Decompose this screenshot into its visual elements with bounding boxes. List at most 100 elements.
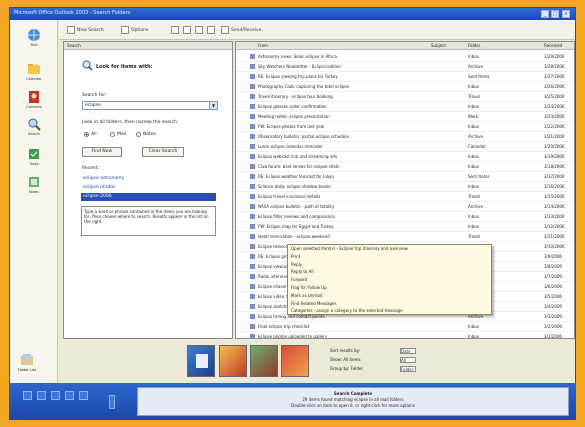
options-button[interactable]: Options [121, 25, 148, 35]
search-input[interactable]: eclipse ▼ [82, 101, 218, 110]
table-row[interactable]: FW: Eclipse photos from last year Inbox 3/… [236, 122, 574, 132]
context-menu-item[interactable]: Find Related Messages [288, 300, 491, 308]
folder-list-shortcut[interactable]: Folder List [11, 353, 43, 372]
row-received: 3/7/2006 [544, 274, 562, 279]
refresh-button[interactable] [195, 25, 203, 35]
minimize-button[interactable]: _ [541, 10, 549, 18]
table-row[interactable]: Club forum: best lenses for eclipse shot… [236, 162, 574, 172]
column-header-from[interactable]: From [258, 43, 268, 48]
taskbar-handle[interactable] [109, 395, 115, 409]
thumbnail-image[interactable] [219, 345, 247, 377]
notes-icon [29, 177, 39, 187]
row-folder: Calendar [468, 144, 486, 149]
row-folder: Archive [468, 134, 483, 139]
table-row[interactable]: Science daily: eclipse shadow bands Inbox… [236, 182, 574, 192]
group-select[interactable]: Folder [400, 366, 416, 372]
nav-search[interactable]: Search [17, 117, 51, 136]
table-row[interactable]: Eclipse photos uploaded to gallery Inbox 3… [236, 332, 574, 338]
table-row[interactable]: Observatory bulletin: partial eclipse sc… [236, 132, 574, 142]
table-row[interactable]: Eclipse webcast link and streaming info I… [236, 152, 574, 162]
navigation-sidebar: Mail Calendar Contacts Search Tasks Note… [10, 20, 58, 386]
search-scope-label: Look in all folders, then narrow the sea… [82, 120, 177, 125]
table-row[interactable]: Astronomy news: Solar eclipse in Africa I… [236, 52, 574, 62]
new-search-button[interactable]: New Search [67, 25, 104, 35]
radio-dot-icon [110, 132, 115, 137]
column-header-received[interactable]: Received [544, 43, 562, 48]
recent-search-item[interactable]: eclipse photos [81, 184, 216, 192]
radio-notes-label: Notes [143, 132, 156, 137]
table-row[interactable]: Final eclipse trip checklist Inbox 3/2/200… [236, 322, 574, 332]
row-received: 3/21/2006 [544, 134, 565, 139]
context-menu-item[interactable]: Print [288, 253, 491, 261]
nav-contacts[interactable]: Contacts [17, 90, 51, 109]
close-button[interactable]: x [562, 10, 570, 18]
table-row[interactable]: Eclipse filter reviews and comparisons In… [236, 212, 574, 222]
maximize-button[interactable]: □ [551, 10, 559, 18]
row-folder: Sent Items [468, 74, 490, 79]
context-menu-item[interactable]: Categories - assign a category to the se… [288, 307, 491, 315]
send-receive-button[interactable]: Send/Receive [221, 25, 261, 35]
nav-calendar-label: Calendar [26, 77, 42, 81]
recent-label: Recent: [82, 166, 100, 171]
thumbnail-strip [187, 345, 311, 379]
column-header-subject[interactable]: Subject [431, 43, 446, 48]
chevron-down-icon[interactable]: ▼ [209, 102, 217, 109]
taskbar-button[interactable] [37, 391, 46, 400]
table-row[interactable]: NASA eclipse bulletin - path of totality… [236, 202, 574, 212]
table-row[interactable]: Eclipse travel insurance details Travel 3/… [236, 192, 574, 202]
table-row[interactable]: Travel itinerary - eclipse tour booking T… [236, 92, 574, 102]
context-menu-item[interactable]: Forward [288, 276, 491, 284]
table-row[interactable]: Hotel reservation - eclipse weekend Trave… [236, 232, 574, 242]
table-row[interactable]: Meeting notes: eclipse presentation Work 3… [236, 112, 574, 122]
context-menu-item[interactable]: Reply to All [288, 268, 491, 276]
mail-icon [250, 134, 255, 139]
table-row[interactable]: Eclipse glasses order confirmation Inbox 3… [236, 102, 574, 112]
taskbar-button[interactable] [79, 391, 88, 400]
table-row[interactable]: RE: Eclipse weather forecast for Libya Se… [236, 172, 574, 182]
radio-mail[interactable]: Mail [110, 132, 126, 137]
recent-search-item[interactable]: eclipse astronomy [81, 175, 216, 183]
taskbar-button[interactable] [65, 391, 74, 400]
group-control[interactable]: Group by: Folder Folder [330, 366, 440, 373]
context-menu-item[interactable]: Open selected item(s) - Eclipse trip iti… [288, 245, 491, 253]
thumbnail-image[interactable] [281, 345, 309, 377]
sort-select[interactable]: Date [400, 348, 416, 354]
row-received: 3/14/2006 [544, 204, 565, 209]
row-received: 3/11/2006 [544, 234, 565, 239]
table-row[interactable]: Photography Club: capturing the total ec… [236, 82, 574, 92]
table-row[interactable]: RE: Eclipse viewing trip plans for Turke… [236, 72, 574, 82]
clear-search-button[interactable]: Clear Search [142, 147, 184, 157]
recent-search-item-selected[interactable]: eclipse 2006 [81, 193, 216, 201]
table-row[interactable]: Lunar eclipse calendar reminder Calendar 3… [236, 142, 574, 152]
taskbar-button[interactable] [23, 391, 32, 400]
back-button[interactable] [171, 25, 179, 35]
nav-notes[interactable]: Notes [17, 175, 51, 194]
taskbar-button[interactable] [51, 391, 60, 400]
row-subject: Observatory bulletin: partial eclipse sc… [258, 134, 349, 139]
row-subject: Sky Watchers Newsletter - Eclipse editio… [258, 64, 341, 69]
table-row[interactable]: FW: Eclipse map for Egypt and Turkey Inbo… [236, 222, 574, 232]
thumbnail-image[interactable] [187, 345, 215, 377]
nav-tasks[interactable]: Tasks [17, 147, 51, 166]
find-now-button[interactable]: Find Now [82, 147, 122, 157]
column-header-folder[interactable]: Folder [468, 43, 480, 48]
context-menu-item[interactable]: Reply [288, 261, 491, 269]
radio-all[interactable]: All [84, 132, 97, 137]
mail-icon [250, 74, 255, 79]
radio-notes[interactable]: Notes [136, 132, 156, 137]
thumbnail-image[interactable] [250, 345, 278, 377]
row-folder: Inbox [468, 104, 479, 109]
row-subject: Astronomy news: Solar eclipse in Africa [258, 54, 337, 59]
forward-button[interactable] [183, 25, 191, 35]
row-subject: FW: Eclipse map for Egypt and Turkey [258, 224, 334, 229]
sort-control[interactable]: Sort results by: Date [330, 348, 440, 355]
context-menu-item[interactable]: Mark as Unread [288, 292, 491, 300]
show-control[interactable]: Show: All items All [330, 357, 440, 364]
nav-calendar[interactable]: Calendar [17, 62, 51, 81]
home-button[interactable] [207, 25, 215, 35]
context-menu-item[interactable]: Flag for Follow Up [288, 284, 491, 292]
row-received: 3/4/2006 [544, 304, 562, 309]
show-select[interactable]: All [400, 357, 416, 363]
nav-mail[interactable]: Mail [17, 28, 51, 47]
table-row[interactable]: Sky Watchers Newsletter - Eclipse editio… [236, 62, 574, 72]
